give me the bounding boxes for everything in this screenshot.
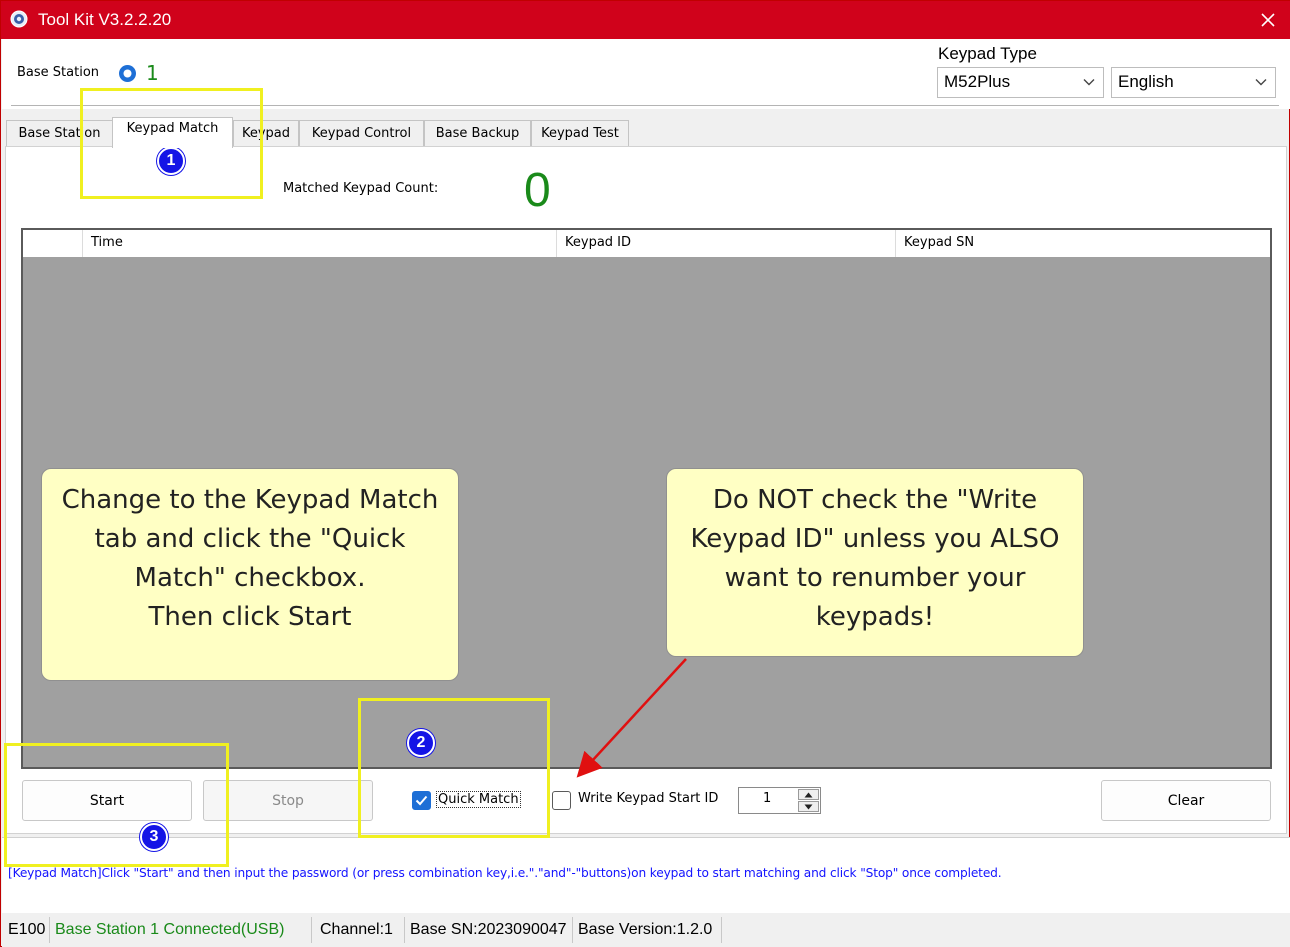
column-header-row-selector[interactable]	[23, 230, 83, 257]
status-separator	[311, 917, 312, 943]
warning-callout: Do NOT check the "Write Keypad ID" unles…	[666, 468, 1084, 657]
keypad-type-select[interactable]: M52Plus	[937, 67, 1104, 98]
status-channel: Channel:1	[320, 921, 393, 938]
chevron-down-icon	[1255, 79, 1267, 86]
write-start-id-checkbox[interactable]	[552, 791, 571, 810]
base-station-radio[interactable]	[118, 64, 137, 83]
start-id-value: 1	[763, 791, 772, 806]
close-icon	[1261, 13, 1275, 27]
status-bar: E100 Base Station 1 Connected(USB) Chann…	[2, 913, 1290, 947]
tab-base-station[interactable]: Base Station	[6, 120, 113, 147]
instruction-callout: Change to the Keypad Match tab and click…	[41, 468, 459, 681]
stepper-down-button[interactable]	[798, 801, 819, 812]
status-separator	[404, 917, 405, 943]
status-separator	[49, 917, 50, 943]
status-base-version: Base Version:1.2.0	[578, 921, 713, 938]
arrow-up-icon	[804, 792, 813, 797]
base-station-number: 1	[146, 61, 159, 85]
step-badge-1: 1	[157, 147, 185, 175]
close-button[interactable]	[1245, 1, 1290, 39]
title-bar[interactable]: Tool Kit V3.2.2.20	[1, 1, 1290, 39]
arrow-down-icon	[804, 804, 813, 809]
chevron-down-icon	[1083, 79, 1095, 86]
status-base-sn: Base SN:2023090047	[410, 921, 567, 938]
header-area: Base Station 1 Keypad Type M52Plus Engli…	[2, 39, 1290, 109]
status-model: E100	[8, 921, 46, 938]
keypad-type-label: Keypad Type	[938, 44, 1037, 63]
status-separator	[572, 917, 573, 943]
start-button[interactable]: Start	[22, 780, 192, 821]
step-badge-3: 3	[140, 823, 168, 851]
status-connection: Base Station 1 Connected(USB)	[55, 921, 285, 938]
app-gear-icon	[10, 10, 28, 28]
tab-keypad-match[interactable]: Keypad Match	[112, 117, 233, 148]
base-station-label: Base Station	[17, 65, 100, 80]
language-select[interactable]: English	[1111, 67, 1276, 98]
table-header: Time Keypad ID Keypad SN	[23, 230, 1270, 257]
write-start-id-label[interactable]: Write Keypad Start ID	[578, 791, 718, 806]
quick-match-checkbox[interactable]	[412, 791, 431, 810]
matched-count-value: 0	[524, 164, 551, 217]
instruction-message: [Keypad Match]Click "Start" and then inp…	[8, 866, 1002, 880]
stop-button[interactable]: Stop	[203, 780, 373, 821]
checkmark-icon	[415, 795, 428, 806]
column-header-keypad-sn[interactable]: Keypad SN	[896, 230, 1270, 257]
language-value: English	[1118, 72, 1174, 91]
tab-keypad-test[interactable]: Keypad Test	[531, 120, 629, 147]
matched-count-label: Matched Keypad Count:	[283, 181, 439, 196]
column-header-keypad-id[interactable]: Keypad ID	[557, 230, 896, 257]
clear-button[interactable]: Clear	[1101, 780, 1271, 821]
window-title: Tool Kit V3.2.2.20	[38, 10, 172, 29]
quick-match-label[interactable]: Quick Match	[436, 791, 521, 808]
message-area: [Keypad Match]Click "Start" and then inp…	[2, 837, 1290, 913]
stepper-up-button[interactable]	[798, 789, 819, 800]
tab-base-backup[interactable]: Base Backup	[424, 120, 531, 147]
keypad-type-value: M52Plus	[944, 72, 1011, 91]
tab-keypad[interactable]: Keypad	[233, 120, 299, 147]
status-separator	[721, 917, 722, 943]
tab-keypad-control[interactable]: Keypad Control	[299, 120, 424, 147]
start-id-stepper[interactable]: 1	[738, 787, 821, 814]
header-separator	[11, 105, 1279, 106]
column-header-time[interactable]: Time	[83, 230, 557, 257]
step-badge-2: 2	[407, 729, 435, 757]
